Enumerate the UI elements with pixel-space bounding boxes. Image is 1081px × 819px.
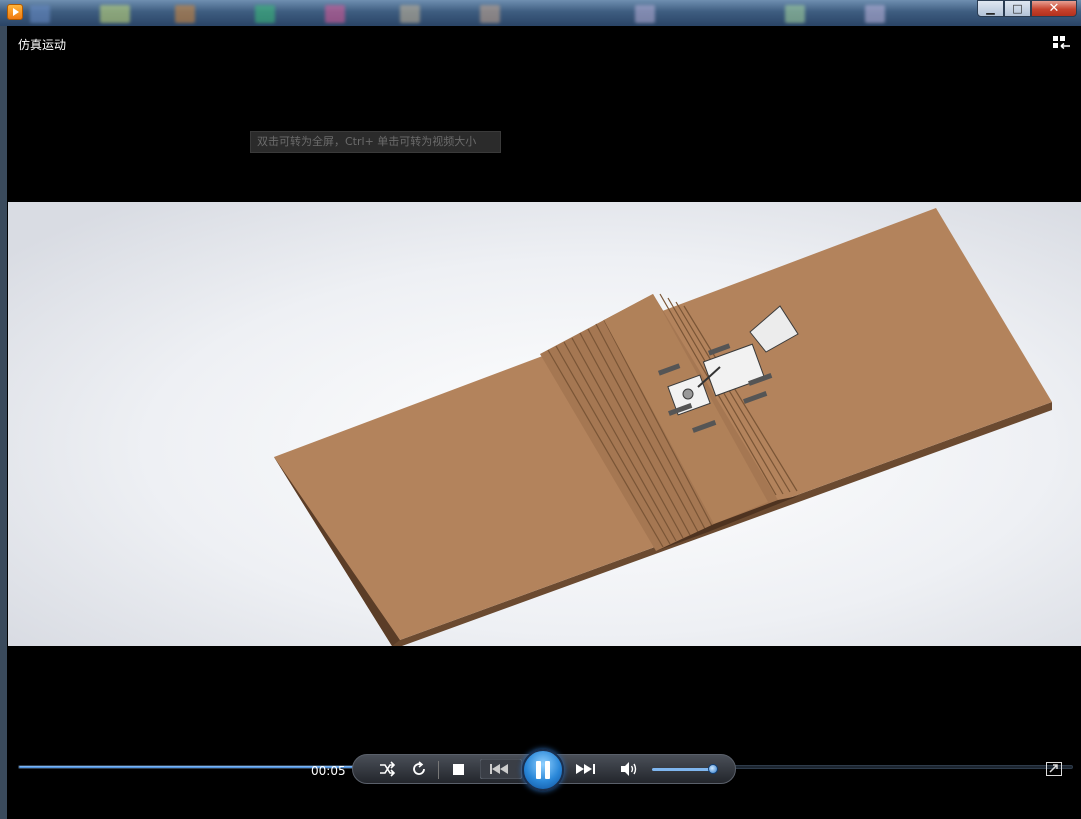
player-title: 仿真运动 bbox=[18, 38, 67, 52]
layout-toggle-icon[interactable] bbox=[1053, 36, 1071, 50]
taskbar-thumbnail bbox=[255, 5, 275, 23]
video-frame[interactable] bbox=[8, 202, 1081, 646]
window-controls: ▁ □ ✕ bbox=[977, 0, 1077, 18]
simulation-scene bbox=[8, 202, 1081, 646]
window-left-border bbox=[0, 26, 7, 819]
volume-slider[interactable] bbox=[652, 764, 718, 774]
repeat-icon[interactable] bbox=[410, 760, 428, 778]
taskbar-thumbnail bbox=[325, 5, 345, 23]
taskbar-thumbnail bbox=[785, 5, 805, 23]
volume-slider-fill bbox=[652, 768, 713, 771]
shuffle-icon[interactable] bbox=[378, 760, 396, 778]
taskbar-thumbnail bbox=[635, 5, 655, 23]
taskbar-thumbnail bbox=[100, 5, 130, 23]
previous-icon[interactable] bbox=[480, 759, 522, 779]
window-titlebar: ▁ □ ✕ bbox=[0, 0, 1081, 26]
taskbar-thumbnail bbox=[30, 5, 50, 23]
stop-icon[interactable] bbox=[453, 764, 464, 775]
maximize-button[interactable]: □ bbox=[1004, 0, 1031, 17]
next-icon[interactable] bbox=[566, 759, 608, 779]
minimize-button[interactable]: ▁ bbox=[977, 0, 1004, 17]
taskbar-thumbnail bbox=[865, 5, 885, 23]
media-player: 仿真运动 双击可转为全屏，Ctrl+ 单击可转为视频大小 bbox=[0, 26, 1081, 819]
elapsed-time: 00:05 bbox=[311, 764, 346, 778]
app-icon[interactable] bbox=[7, 4, 23, 20]
fullscreen-hint-tooltip: 双击可转为全屏，Ctrl+ 单击可转为视频大小 bbox=[250, 131, 501, 153]
controls-divider bbox=[438, 761, 439, 779]
pause-button[interactable] bbox=[522, 749, 564, 791]
taskbar-thumbnail bbox=[175, 5, 195, 23]
close-button[interactable]: ✕ bbox=[1031, 0, 1077, 17]
taskbar-thumbnail bbox=[480, 5, 500, 23]
volume-icon[interactable] bbox=[619, 760, 639, 778]
volume-slider-knob[interactable] bbox=[707, 764, 718, 774]
fullscreen-icon[interactable] bbox=[1046, 762, 1062, 776]
taskbar-thumbnail bbox=[400, 5, 420, 23]
